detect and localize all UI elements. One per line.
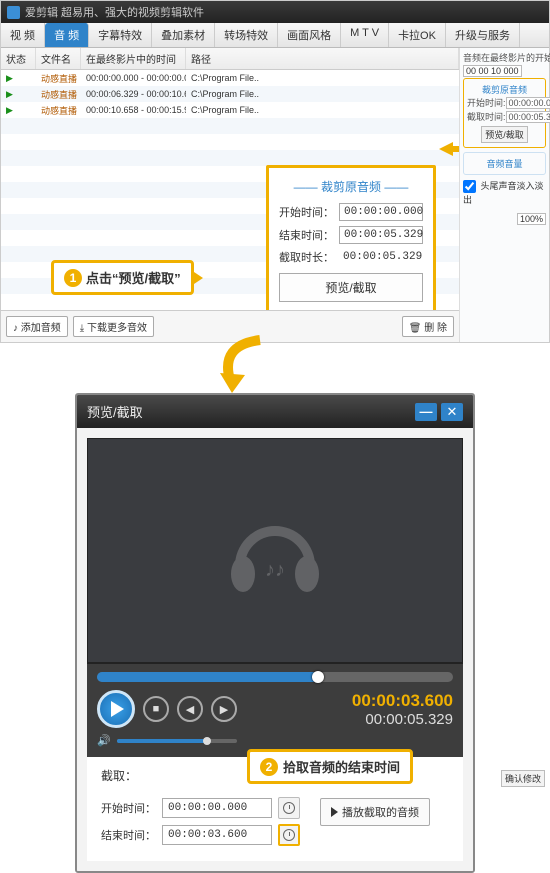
callout-1: 1 点击“预览/截取” xyxy=(51,260,194,295)
col-name: 文件名 xyxy=(36,48,81,69)
play-icon xyxy=(331,807,338,817)
callout-arrow-icon xyxy=(191,270,203,286)
col-path: 路径 xyxy=(186,48,459,69)
delete-button[interactable]: 🗑 删 除 xyxy=(402,316,454,337)
callout-2: 2 拾取音频的结束时间 xyxy=(247,749,413,784)
end-label: 结束时间： xyxy=(279,227,339,243)
seek-bar[interactable] xyxy=(97,672,453,682)
fade-checkbox-row[interactable]: 头尾声音淡入淡出 xyxy=(463,179,546,206)
pv-start-label: 开始时间： xyxy=(101,800,156,816)
table-row[interactable]: ▶ 动感直播 00:00:00.000 - 00:00:00.000 C:\Pr… xyxy=(1,70,459,86)
minimize-button[interactable]: — xyxy=(415,403,437,421)
start-time-input[interactable]: 00:00:00.000 xyxy=(339,203,423,221)
fade-checkbox[interactable] xyxy=(463,180,476,193)
side-volume-section: 音频音量 xyxy=(463,152,546,175)
prev-frame-button[interactable]: ◀ xyxy=(177,696,203,722)
add-audio-button[interactable]: ♪ 添加音频 xyxy=(6,316,68,337)
svg-text:♪♪: ♪♪ xyxy=(265,559,285,581)
play-crop-button[interactable]: 播放截取的音频 xyxy=(320,798,430,826)
volume-percent[interactable]: 100% xyxy=(517,213,546,225)
play-icon[interactable]: ▶ xyxy=(1,89,36,100)
total-time: 00:00:05.329 xyxy=(352,711,453,728)
main-tabs: 视 频 音 频 字幕特效 叠加素材 转场特效 画面风格 M T V 卡拉OK 升… xyxy=(1,23,549,48)
crop-section: 2 拾取音频的结束时间 截取： 开始时间： 00:00:00.000 结束时间：… xyxy=(87,757,463,861)
tab-overlay[interactable]: 叠加素材 xyxy=(152,23,215,47)
audio-table: ▶ 动感直播 00:00:00.000 - 00:00:00.000 C:\Pr… xyxy=(1,70,459,310)
player-controls: ■ ◀ ▶ 00:00:03.600 00:00:05.329 🔊 xyxy=(87,663,463,757)
side-start-value[interactable]: 00:00:00.000 xyxy=(506,97,550,109)
flow-arrow-icon xyxy=(0,343,550,393)
preview-crop-button[interactable]: 预览/截取 xyxy=(279,273,423,302)
duration-label: 截取时长： xyxy=(279,249,339,265)
preview-window: 预览/截取 — ✕ ♪♪ ■ ◀ ▶ 00:00:03.600 xyxy=(75,393,475,873)
current-time: 00:00:03.600 xyxy=(352,691,453,711)
duration-value: 00:00:05.329 xyxy=(339,249,423,265)
play-icon[interactable]: ▶ xyxy=(1,73,36,84)
guide-arrow-icon xyxy=(439,142,459,156)
callout-number: 1 xyxy=(64,269,82,287)
crop-audio-panel: —— 裁剪原音频 —— 开始时间： 00:00:00.000 结束时间： 00:… xyxy=(266,165,436,310)
download-more-button[interactable]: ⤓ 下载更多音效 xyxy=(73,316,154,337)
side-panel: 音频在最终影片的开始时间 00 00 10 000 裁剪原音频 开始时间:00:… xyxy=(459,48,549,342)
time-display: 00:00:03.600 00:00:05.329 xyxy=(352,691,453,728)
col-range: 在最终影片中的时间 xyxy=(81,48,186,69)
col-status: 状态 xyxy=(1,48,36,69)
side-crop-section: 裁剪原音频 开始时间:00:00:00.000 截取时间:00:00:05.32… xyxy=(463,78,546,148)
side-preview-button[interactable]: 预览/裁取 xyxy=(481,126,528,143)
pick-end-button[interactable] xyxy=(278,824,300,846)
side-top-label: 音频在最终影片的开始时间 xyxy=(463,51,546,64)
tab-mtv[interactable]: M T V xyxy=(341,23,389,47)
play-button[interactable] xyxy=(97,690,135,728)
preview-titlebar: 预览/截取 — ✕ xyxy=(77,395,473,428)
start-label: 开始时间： xyxy=(279,204,339,220)
side-end-value[interactable]: 00:00:05.329 xyxy=(506,111,550,123)
end-time-input[interactable]: 00:00:05.329 xyxy=(339,226,423,244)
side-crop-title: 裁剪原音频 xyxy=(467,83,542,96)
tab-transition[interactable]: 转场特效 xyxy=(215,23,278,47)
next-frame-button[interactable]: ▶ xyxy=(211,696,237,722)
side-vol-title: 音频音量 xyxy=(467,157,542,170)
tab-style[interactable]: 画面风格 xyxy=(278,23,341,47)
pv-end-label: 结束时间： xyxy=(101,827,156,843)
stop-button[interactable]: ■ xyxy=(143,696,169,722)
title-bar: 爱剪辑 超易用、强大的视频剪辑软件 xyxy=(1,1,549,23)
audio-table-header: 状态 文件名 在最终影片中的时间 路径 xyxy=(1,48,459,70)
preview-stage: ♪♪ xyxy=(87,438,463,663)
table-row[interactable]: ▶ 动感直播 00:00:06.329 - 00:00:10.658 C:\Pr… xyxy=(1,86,459,102)
callout-number: 2 xyxy=(260,758,278,776)
main-window: 爱剪辑 超易用、强大的视频剪辑软件 视 频 音 频 字幕特效 叠加素材 转场特效… xyxy=(0,0,550,343)
seek-knob[interactable] xyxy=(312,671,324,683)
play-icon[interactable]: ▶ xyxy=(1,105,36,116)
tab-video[interactable]: 视 频 xyxy=(1,23,45,47)
callout-text: 拾取音频的结束时间 xyxy=(283,757,400,776)
tab-audio[interactable]: 音 频 xyxy=(45,23,89,47)
app-logo-icon xyxy=(7,6,20,19)
volume-icon[interactable]: 🔊 xyxy=(97,734,111,747)
headphones-icon: ♪♪ xyxy=(215,496,335,606)
callout-text: 点击“预览/截取” xyxy=(86,268,181,287)
tab-upgrade[interactable]: 升级与服务 xyxy=(446,23,520,47)
side-top-value[interactable]: 00 00 10 000 xyxy=(463,65,522,77)
app-title: 爱剪辑 超易用、强大的视频剪辑软件 xyxy=(25,4,204,20)
volume-slider[interactable] xyxy=(117,739,237,743)
pv-start-input[interactable]: 00:00:00.000 xyxy=(162,798,272,818)
confirm-button[interactable]: 确认修改 xyxy=(501,770,545,787)
close-button[interactable]: ✕ xyxy=(441,403,463,421)
tab-karaoke[interactable]: 卡拉OK xyxy=(389,23,446,47)
pv-end-input[interactable]: 00:00:03.600 xyxy=(162,825,272,845)
crop-title: —— 裁剪原音频 —— xyxy=(279,178,423,195)
table-row[interactable]: ▶ 动感直播 00:00:10.658 - 00:00:15.987 C:\Pr… xyxy=(1,102,459,118)
pick-start-button[interactable] xyxy=(278,797,300,819)
preview-title: 预览/截取 xyxy=(87,402,143,421)
tab-subtitle[interactable]: 字幕特效 xyxy=(89,23,152,47)
